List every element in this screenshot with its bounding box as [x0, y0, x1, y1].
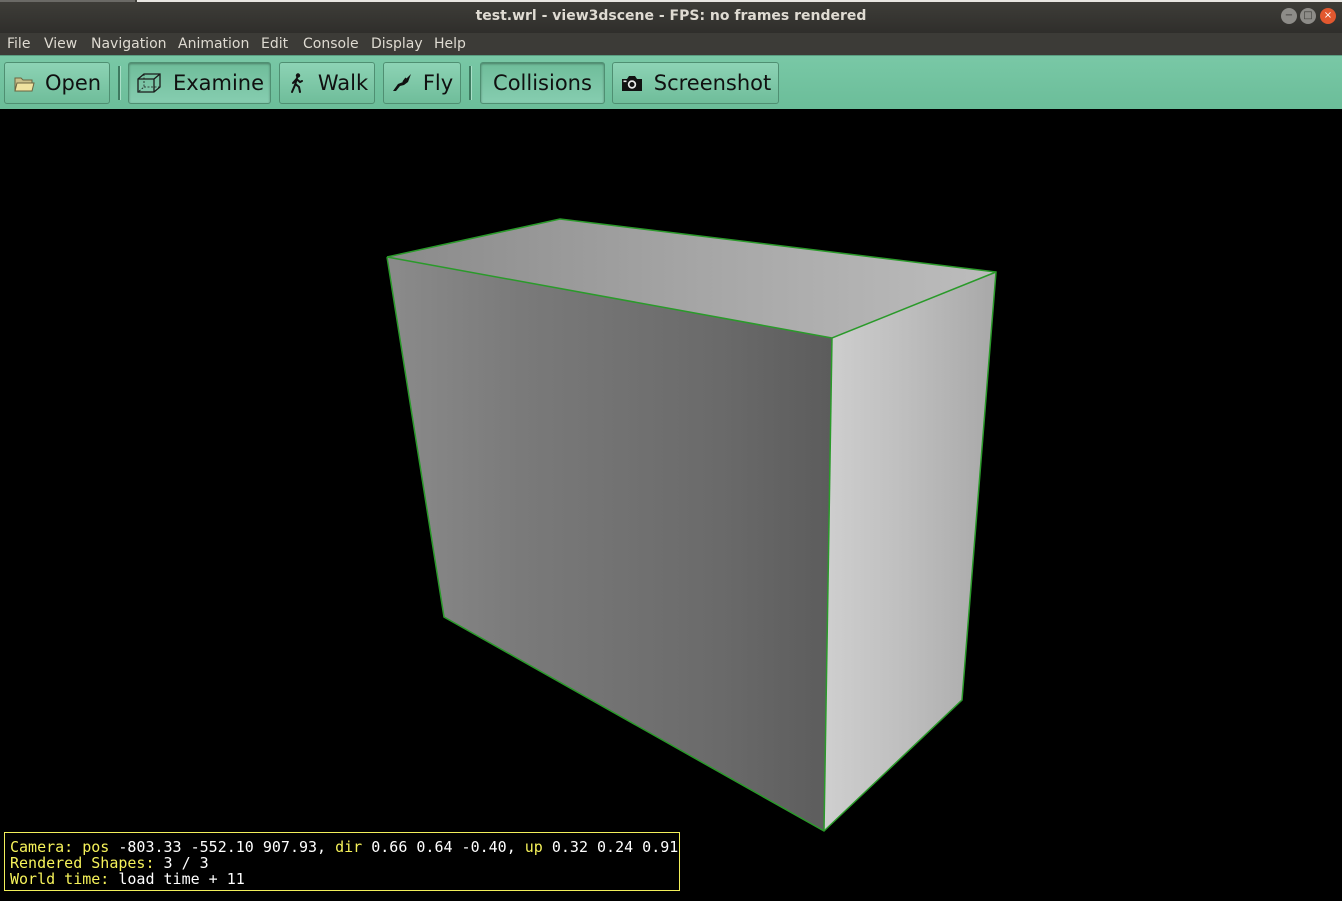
- dir-value: 0.66 0.64 -0.40,: [371, 838, 516, 856]
- examine-button[interactable]: Examine: [128, 62, 271, 104]
- folder-icon: [14, 77, 35, 92]
- examine-label: Examine: [172, 71, 265, 95]
- menu-console[interactable]: Console: [303, 36, 359, 52]
- title-bar-highlight: [0, 0, 135, 2]
- camera-icon: [621, 76, 642, 91]
- maximize-button[interactable]: □: [1300, 8, 1316, 24]
- screenshot-label: Screenshot: [653, 71, 772, 95]
- minimize-button[interactable]: −: [1281, 8, 1297, 24]
- menu-file[interactable]: File: [7, 36, 30, 52]
- title-bar: test.wrl - view3dscene - FPS: no frames …: [0, 0, 1342, 33]
- scene-render: [386, 218, 997, 832]
- time-label: World time:: [10, 870, 110, 888]
- up-label: up: [524, 838, 543, 856]
- bird-icon: [392, 74, 411, 91]
- open-label: Open: [44, 71, 102, 95]
- walk-label: Walk: [317, 71, 369, 95]
- box-right-face: [824, 272, 996, 831]
- menu-bar: File View Navigation Animation Edit Cons…: [0, 33, 1342, 55]
- walk-button[interactable]: Walk: [279, 62, 375, 104]
- cube-icon: [137, 73, 161, 93]
- fly-label: Fly: [422, 71, 454, 95]
- dir-label: dir: [335, 838, 363, 856]
- box-front-face: [387, 257, 832, 831]
- walking-person-icon: [290, 73, 303, 93]
- time-value: load time + 11: [118, 870, 245, 888]
- screenshot-button[interactable]: Screenshot: [612, 62, 779, 104]
- camera-status-overlay: Camera: pos -803.33 -552.10 907.93, dir …: [4, 832, 680, 891]
- collisions-label: Collisions: [493, 71, 592, 95]
- window-title: test.wrl - view3dscene - FPS: no frames …: [475, 8, 867, 24]
- menu-display[interactable]: Display: [371, 36, 423, 52]
- fly-button[interactable]: Fly: [383, 62, 461, 104]
- menu-edit[interactable]: Edit: [261, 36, 288, 52]
- menu-animation[interactable]: Animation: [178, 36, 249, 52]
- menu-navigation[interactable]: Navigation: [91, 36, 167, 52]
- toolbar-separator: [469, 66, 472, 100]
- menu-help[interactable]: Help: [434, 36, 466, 52]
- camera-line: Camera: pos -803.33 -552.10 907.93, dir …: [10, 839, 679, 855]
- menu-view[interactable]: View: [44, 36, 77, 52]
- toolbar: Open Examine Walk Fly Collisions Screens…: [0, 55, 1342, 109]
- title-bar-highlight-right: [137, 0, 1342, 2]
- toolbar-separator: [118, 66, 121, 100]
- up-value: 0.32 0.24 0.91: [551, 838, 679, 856]
- open-button[interactable]: Open: [4, 62, 110, 104]
- time-line: World time: load time + 11: [10, 871, 679, 887]
- close-button[interactable]: ×: [1320, 8, 1336, 24]
- shapes-line: Rendered Shapes: 3 / 3: [10, 855, 679, 871]
- collisions-button[interactable]: Collisions: [480, 62, 605, 104]
- 3d-viewport[interactable]: [0, 109, 1342, 897]
